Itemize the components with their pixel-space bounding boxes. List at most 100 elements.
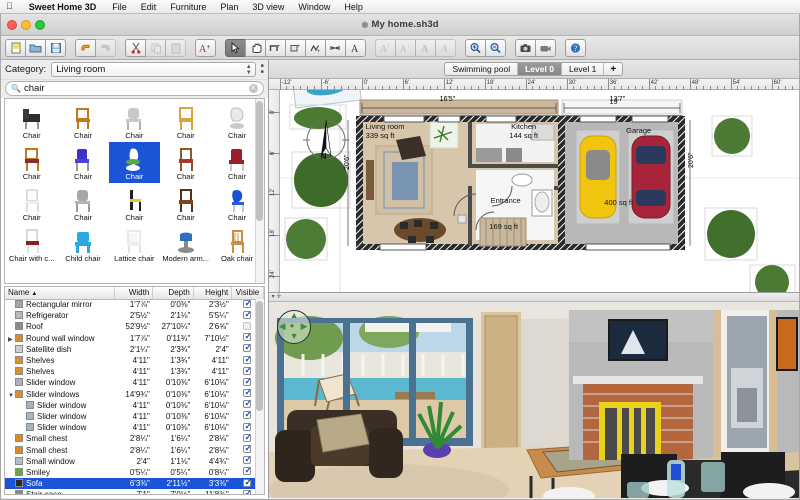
category-select[interactable]: Living room ▲ ▼ (51, 62, 256, 77)
visible-checkbox[interactable] (243, 444, 252, 454)
visible-checkbox[interactable] (243, 456, 252, 465)
visible-checkbox[interactable] (243, 467, 252, 476)
table-row[interactable]: Shelves 4'11" 1'3¾" 4'11" (5, 355, 263, 366)
help-button[interactable]: ? (565, 38, 586, 57)
menu-file[interactable]: File (105, 2, 134, 12)
plan-canvas[interactable]: 16'5" 13'7" 20'6" 20'6" Living room 339 … (279, 90, 799, 292)
minimize-button[interactable] (21, 20, 31, 30)
level-tab-level-1[interactable]: Level 1 (561, 63, 605, 75)
furniture-list[interactable]: Name ▲ Width Depth Height Visible Rectang… (4, 286, 265, 495)
menu-plan[interactable]: Plan (213, 2, 245, 12)
catalog-scrollbar[interactable] (254, 99, 264, 283)
tree-view-icon[interactable]: ■ (261, 70, 264, 75)
furniture-list-scrollbar[interactable] (254, 299, 264, 494)
nav-center-icon[interactable]: ● (290, 321, 295, 330)
nav-right-arrow-icon[interactable]: ▶ (301, 321, 308, 332)
visible-checkbox[interactable] (243, 400, 252, 409)
nav-left-arrow-icon[interactable]: ◀ (279, 321, 286, 332)
catalog-item[interactable]: Chair (57, 183, 108, 224)
table-row[interactable]: ▼ Slider windows 14'9¾" 0'10⅜" 6'10⅛" (5, 389, 263, 400)
table-row[interactable]: Sofa 6'3⅜" 2'11½" 3'3⅜" (5, 478, 264, 490)
visible-checkbox[interactable] (243, 366, 252, 376)
add-furniture-button[interactable]: A + (195, 38, 216, 57)
visible-checkbox[interactable] (243, 389, 252, 398)
add-level-tab[interactable]: + (604, 63, 623, 75)
catalog-item[interactable]: Chair (57, 101, 108, 142)
create-video-button[interactable] (535, 38, 556, 57)
table-row[interactable]: Slider window 4'11" 0'10⅜" 6'10⅛" (5, 411, 263, 422)
table-row[interactable]: Satellite dish 2'1¼" 2'3¾" 2'4" (5, 344, 263, 355)
expand-triangle-icon[interactable]: ▶ (8, 336, 15, 343)
column-header-height[interactable]: Height (193, 287, 233, 300)
cut-button[interactable] (125, 38, 146, 57)
furniture-catalog[interactable]: Chair Chair Chair Chair Chair Chair Chair Chair… (4, 98, 265, 284)
zoom-button[interactable] (35, 20, 45, 30)
table-row[interactable]: Slider window 4'11" 0'10⅜" 6'10⅛" (5, 422, 263, 433)
table-row[interactable]: ▶ Round wall window 1'7⅞" 0'11¾" 7'10½" (5, 333, 263, 344)
catalog-view-toggle[interactable]: ■ ■ (261, 64, 264, 75)
table-row[interactable]: Roof 52'9½" 27'10¼" 2'6⅝" (5, 321, 263, 332)
table-row[interactable]: Slider window 4'11" 0'10⅜" 6'10⅛" (5, 400, 263, 411)
title-bar[interactable]: ◉ My home.sh3d (1, 14, 799, 36)
furniture-list-scrollbar-thumb[interactable] (255, 301, 263, 411)
column-header-name[interactable]: Name ▲ (5, 287, 115, 300)
table-row[interactable]: Slider window 4'11" 0'10⅜" 6'10⅛" (5, 377, 263, 388)
pan-mode-button[interactable] (245, 38, 266, 57)
visible-checkbox[interactable] (243, 478, 252, 488)
level-tab-swimming-pool[interactable]: Swimming pool (445, 63, 519, 75)
3d-view-canvas[interactable]: ▲ ▼ ◀ ▶ ● (268, 302, 799, 498)
catalog-item[interactable]: Chair (109, 183, 160, 224)
save-home-button[interactable] (45, 38, 66, 57)
catalog-item[interactable]: Chair (6, 183, 57, 224)
redo-button[interactable] (95, 38, 116, 57)
table-row[interactable]: Small window 2'4" 1'1⅛" 4'4¾" (5, 456, 263, 467)
table-row[interactable]: Smiley 0'5¼" 0'5¼" 0'8¼" (5, 467, 263, 478)
create-dimensions-button[interactable] (325, 38, 346, 57)
new-home-button[interactable] (5, 38, 26, 57)
collapse-triangle-icon[interactable]: ▼ (8, 393, 15, 399)
open-home-button[interactable] (25, 38, 46, 57)
column-header-depth[interactable]: Depth (152, 287, 194, 300)
visible-checkbox[interactable] (243, 433, 252, 443)
select-mode-button[interactable] (225, 38, 246, 57)
plan-view[interactable]: -12' -6' 0' 6' 12' 18' 24' 30' 36' 42' 48' 54' 60' 0… (268, 79, 799, 293)
visible-checkbox[interactable] (243, 321, 252, 330)
catalog-item[interactable]: Chair (109, 101, 160, 142)
menu-app-name[interactable]: Sweet Home 3D (20, 2, 106, 12)
catalog-item[interactable]: Chair with c... (6, 224, 57, 265)
catalog-item[interactable]: Chair (160, 183, 211, 224)
menu-window[interactable]: Window (291, 2, 337, 12)
italic-button[interactable]: A (435, 38, 456, 57)
catalog-item[interactable]: Chair (6, 142, 57, 183)
clear-search-icon[interactable]: ✕ (248, 84, 258, 93)
paste-button[interactable] (165, 38, 186, 57)
visible-checkbox[interactable] (243, 333, 252, 342)
catalog-item[interactable]: Chair (160, 101, 211, 142)
create-walls-button[interactable]: + (265, 38, 286, 57)
apple-icon[interactable]:  (0, 2, 20, 11)
close-button[interactable] (7, 20, 17, 30)
bold-button[interactable]: A (415, 38, 436, 57)
level-tab-level-0[interactable]: Level 0 (518, 63, 562, 75)
menu-furniture[interactable]: Furniture (163, 2, 213, 12)
column-header-visible[interactable]: Visible (231, 287, 264, 300)
menu-edit[interactable]: Edit (134, 2, 164, 12)
visible-checkbox[interactable] (243, 310, 252, 320)
visible-checkbox[interactable] (243, 489, 252, 494)
catalog-item[interactable]: Chair (57, 142, 108, 183)
create-rooms-button[interactable]: + (285, 38, 306, 57)
zoom-out-button[interactable] (485, 38, 506, 57)
nav-up-arrow-icon[interactable]: ▲ (290, 310, 299, 320)
add-text-button[interactable]: A (345, 38, 366, 57)
catalog-item[interactable]: Lattice chair (109, 224, 160, 265)
table-row[interactable]: Shelves 4'11" 1'3¾" 4'11" (5, 366, 263, 377)
catalog-item[interactable]: Chair (160, 142, 211, 183)
zoom-in-button[interactable] (465, 38, 486, 57)
search-input[interactable]: 🔍 chair ✕ (5, 81, 264, 96)
nav-down-arrow-icon[interactable]: ▼ (290, 331, 299, 341)
table-row[interactable]: Rectangular mirror 1'7⅞" 0'0⅜" 2'3½" (5, 299, 263, 310)
visible-checkbox[interactable] (243, 355, 252, 365)
navigation-compass-icon[interactable]: ▲ ▼ ◀ ▶ ● (276, 310, 311, 344)
decrease-text-size-button[interactable]: A ↓ (395, 38, 416, 57)
catalog-scrollbar-thumb[interactable] (255, 101, 263, 221)
